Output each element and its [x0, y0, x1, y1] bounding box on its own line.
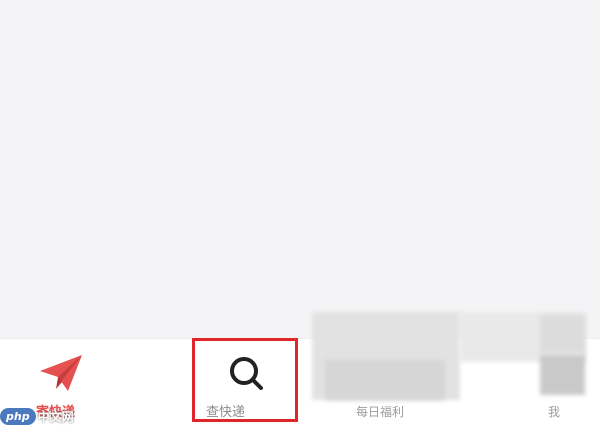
- blurred-region: [540, 315, 585, 353]
- main-content-area: [0, 0, 600, 338]
- blurred-region: [540, 355, 585, 395]
- watermark-brand: php: [0, 408, 36, 425]
- paper-plane-icon: [38, 353, 84, 397]
- tab-me-label: 我: [548, 405, 561, 419]
- tab-track-express[interactable]: 查快递: [192, 339, 302, 430]
- tab-services-label: 每日福利: [356, 405, 405, 419]
- watermark-logo: php 中文网: [0, 404, 74, 429]
- tab-track-label: 查快递: [206, 405, 246, 420]
- search-icon: [226, 353, 266, 397]
- blurred-region: [325, 360, 445, 400]
- watermark-site: 中文网: [37, 410, 74, 424]
